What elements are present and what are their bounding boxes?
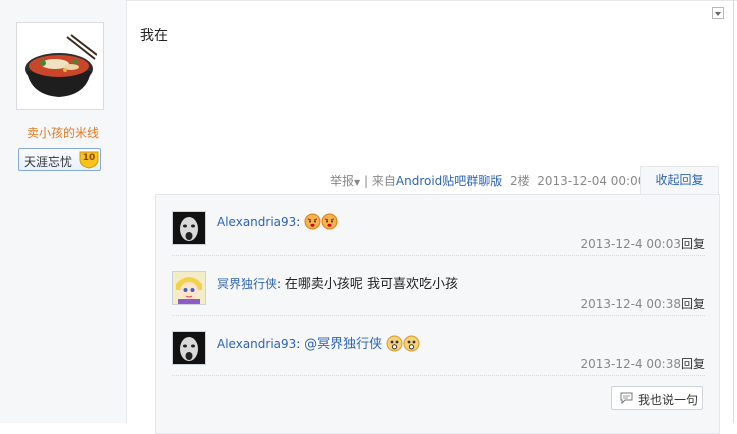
reply-username[interactable]: Alexandria93 (217, 337, 296, 351)
reply-text: Alexandria93: (217, 213, 338, 230)
list-item: Alexandria93: 2013-12-4 00:03回复 (172, 195, 705, 256)
chevron-down-icon (715, 12, 721, 16)
collapse-replies-tab[interactable]: 收起回复 (640, 166, 719, 195)
reply-button[interactable]: 回复 (681, 357, 705, 371)
level-badge-icon: 10 (79, 151, 99, 169)
reply-button[interactable]: 回复 (681, 297, 705, 311)
floor-number: 2楼 (509, 174, 530, 188)
avatar[interactable] (172, 331, 206, 365)
reply-meta: 2013-12-4 00:38回复 (580, 355, 705, 372)
source-prefix: 来自 (371, 174, 396, 188)
author-column: 卖小孩的米线 天涯忘忧 10 (0, 0, 127, 423)
post-timestamp: 2013-12-04 00:00 (537, 174, 646, 188)
surprised-face-icon (386, 335, 403, 352)
member-badge[interactable]: 天涯忘忧 10 (18, 148, 101, 171)
post-top-border (126, 0, 737, 1)
reply-time: 2013-12-4 00:38 (580, 357, 681, 371)
reply-meta: 2013-12-4 00:03回复 (580, 235, 705, 252)
add-comment-label: 我也说一句 (638, 393, 699, 407)
right-border (733, 0, 734, 423)
avatar[interactable] (172, 211, 206, 245)
angry-face-icon (321, 213, 338, 230)
badge-label: 天涯忘忧 (24, 155, 73, 169)
reply-time: 2013-12-4 00:38 (580, 297, 681, 311)
surprised-face-icon (403, 335, 420, 352)
reply-button[interactable]: 回复 (681, 237, 705, 251)
noodle-bowl-image (25, 34, 97, 97)
reply-body: 在哪卖小孩呢 我可喜欢吃小孩 (284, 277, 459, 292)
list-item: Alexandria93: @冥界独行侠 2013-12-4 00:38回复 (172, 315, 705, 376)
avatar[interactable] (172, 271, 206, 305)
reply-username[interactable]: 冥界独行侠 (217, 277, 277, 291)
reply-time: 2013-12-4 00:03 (580, 237, 681, 251)
source-link[interactable]: Android贴吧群聊版 (396, 174, 502, 188)
author-name[interactable]: 卖小孩的米线 (0, 124, 126, 141)
post-menu-dropdown[interactable] (712, 7, 724, 19)
reply-meta: 2013-12-4 00:38回复 (580, 295, 705, 312)
add-comment-button[interactable]: 我也说一句 (611, 386, 703, 410)
reply-username[interactable]: Alexandria93 (217, 215, 296, 229)
speech-bubble-icon (620, 392, 633, 404)
angry-face-icon (304, 213, 321, 230)
post-body: 我在 (140, 28, 168, 44)
author-avatar[interactable] (16, 22, 104, 110)
caret-down-icon: ▼ (354, 178, 361, 187)
tail-separator: | (364, 174, 369, 188)
mention-link[interactable]: @冥界独行侠 (304, 337, 382, 352)
list-item: 冥界独行侠: 在哪卖小孩呢 我可喜欢吃小孩 2013-12-4 00:38回复 (172, 255, 705, 316)
report-link[interactable]: 举报▼ (330, 174, 360, 188)
post-tail: 举报▼ | 来自Android贴吧群聊版 2楼 2013-12-04 00:00 (330, 172, 645, 189)
reply-panel: Alexandria93: 2013-12-4 00:03回复 冥界独行侠: 在… (155, 194, 720, 434)
reply-text: 冥界独行侠: 在哪卖小孩呢 我可喜欢吃小孩 (217, 277, 459, 292)
reply-text: Alexandria93: @冥界独行侠 (217, 333, 420, 352)
